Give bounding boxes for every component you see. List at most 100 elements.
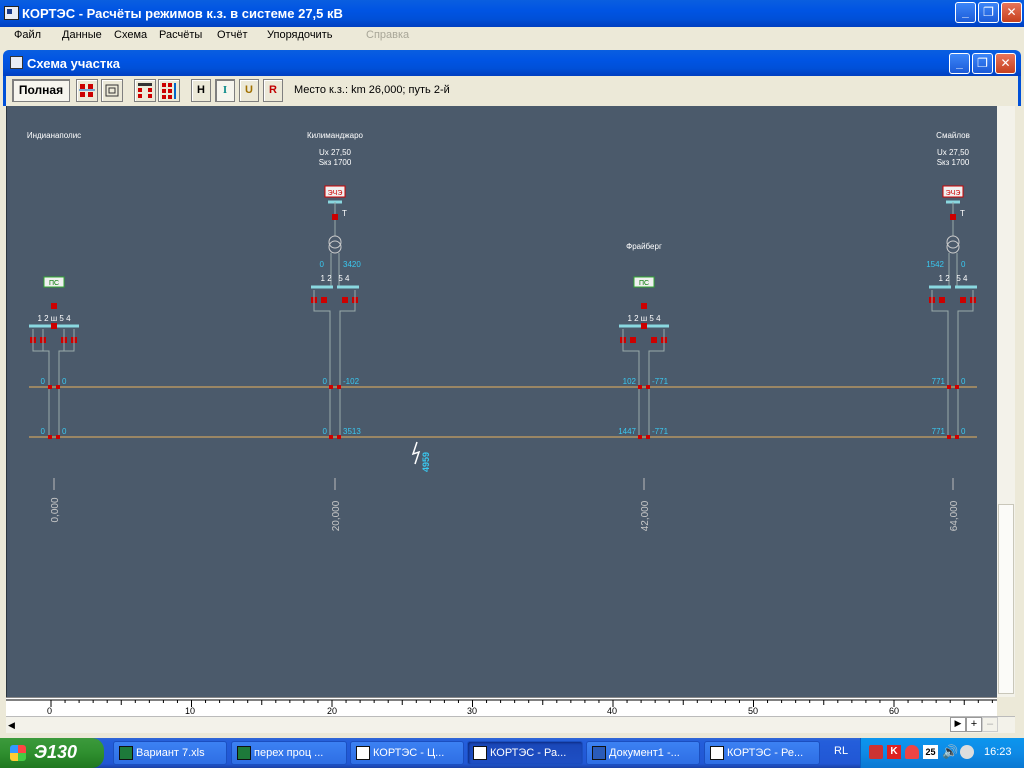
station-switchgear-0[interactable] [29, 303, 79, 438]
line1-value: -102 [343, 377, 360, 386]
system-tray: K 25 🔊 16:23 [860, 738, 1024, 768]
taskbar-item[interactable]: КОРТЭС - Ре... [704, 741, 820, 765]
station-ux-3: Ux 27,50 [937, 148, 970, 157]
maximize-button[interactable]: ❐ [978, 2, 999, 23]
substation-type-box-0[interactable]: ПС [43, 276, 65, 288]
zoom-in-button[interactable]: + [966, 717, 982, 732]
km-ruler: 0 10 20 30 40 50 60 [6, 697, 997, 716]
section-switches[interactable] [48, 385, 959, 439]
kortes-icon [473, 746, 487, 760]
station-skz-1: Sкз 1700 [319, 158, 352, 167]
child-title: Схема участка [27, 56, 120, 71]
calendar-icon[interactable]: 25 [923, 745, 938, 759]
scroll-right-arrow-icon[interactable]: ▶ [950, 717, 966, 732]
start-button[interactable]: Э130 [0, 738, 104, 768]
tracks-label-0: 1 2 ш 5 4 [37, 314, 71, 323]
antivirus-icon[interactable]: K [887, 745, 901, 759]
r-mode-button[interactable]: R [263, 79, 283, 102]
i-mode-button[interactable]: I [215, 79, 235, 102]
schema-drawing: Индианаполис Килиманджаро Ux 27,50 Sкз 1… [27, 131, 977, 531]
menu-arrange[interactable]: Упорядочить [267, 29, 332, 41]
security-icon[interactable] [869, 745, 883, 759]
tool-frame-icon[interactable] [101, 79, 123, 102]
vertical-scrollbar[interactable] [997, 106, 1015, 697]
transformer-1[interactable] [328, 235, 342, 254]
station-switchgear-3[interactable] [929, 285, 977, 438]
station-name-0: Индианаполис [27, 131, 81, 140]
ruler-tick-label: 10 [185, 706, 196, 716]
line2-value: 0 [41, 427, 46, 436]
fault-lightning-icon[interactable] [411, 441, 421, 465]
shield-icon[interactable] [905, 745, 919, 759]
menu-data[interactable]: Данные [62, 29, 102, 41]
transformer-3[interactable] [946, 235, 960, 254]
volume-icon[interactable]: 🔊 [942, 744, 958, 760]
scroll-left-arrow-icon[interactable]: ◀ [8, 720, 15, 731]
line2-value: 0 [323, 427, 328, 436]
ruler-tick-label: 60 [889, 706, 900, 716]
transformer-switch-1[interactable] [332, 214, 338, 220]
u-mode-button[interactable]: U [239, 79, 259, 102]
toolbar: Полная H I U R Место к.з.: km 26,000; пу… [3, 76, 1021, 106]
language-indicator[interactable]: RL [834, 745, 848, 757]
child-maximize-button[interactable]: ❐ [972, 53, 993, 74]
taskbar-item[interactable]: перех проц ... [231, 741, 347, 765]
close-button[interactable]: ✕ [1001, 2, 1022, 23]
line1-value: 771 [932, 377, 946, 386]
tool-split-icon[interactable] [76, 79, 98, 102]
line2-value: 3513 [343, 427, 361, 436]
transformer-label-1: Т [342, 209, 347, 218]
taskbar-item[interactable]: КОРТЭС - Ц... [350, 741, 464, 765]
menu-report[interactable]: Отчёт [217, 29, 247, 41]
tracks-label-1: 1 2 5 4 [321, 274, 350, 283]
vertical-scroll-thumb[interactable] [998, 504, 1014, 694]
main-title-bar: КОРТЭС - Расчёты режимов к.з. в системе … [0, 0, 1024, 27]
line2-value: -771 [652, 427, 669, 436]
zoom-out-button: – [982, 717, 998, 732]
taskbar-item[interactable]: Вариант 7.xls [113, 741, 227, 765]
minimize-button[interactable]: _ [955, 2, 976, 23]
fault-current-value: 4959 [421, 452, 431, 472]
line2-value: 771 [932, 427, 946, 436]
line2-value: 1447 [618, 427, 636, 436]
tool-layout-icon[interactable] [134, 79, 156, 102]
line1-value: 102 [623, 377, 637, 386]
tracks-label-3: 1 2 5 4 [939, 274, 968, 283]
schema-canvas[interactable]: Индианаполис Килиманджаро Ux 27,50 Sкз 1… [6, 106, 997, 697]
app-icon [4, 6, 19, 20]
km-label-0: 0,000 [50, 497, 61, 522]
full-view-button[interactable]: Полная [12, 79, 70, 102]
line1-value: 0 [62, 377, 67, 386]
source-box-3[interactable]: ЭЧЭ [942, 185, 964, 198]
line2-value: 0 [961, 427, 966, 436]
child-window-icon [10, 56, 23, 69]
line1-value: 0 [41, 377, 46, 386]
excel-icon [119, 746, 133, 760]
station-name-3: Смайлов [936, 131, 970, 140]
transformer-switch-3[interactable] [950, 214, 956, 220]
substation-type-box-2[interactable]: ПС [633, 276, 655, 288]
horizontal-scrollbar[interactable]: ◀ ▶ + – [6, 716, 1015, 733]
source-box-1[interactable]: ЭЧЭ [324, 185, 346, 198]
child-close-button[interactable]: ✕ [995, 53, 1016, 74]
menu-calc[interactable]: Расчёты [159, 29, 202, 41]
line1-value: 0 [323, 377, 328, 386]
svg-text:ЭЧЭ: ЭЧЭ [946, 190, 961, 197]
station-switchgear-1[interactable] [311, 285, 359, 438]
menu-file[interactable]: Файл [14, 29, 41, 41]
taskbar-item-active[interactable]: КОРТЭС - Ра... [467, 741, 583, 765]
menu-bar: Файл Данные Схема Расчёты Отчёт Упорядоч… [0, 27, 1024, 45]
menu-schema[interactable]: Схема [114, 29, 147, 41]
tr-right-value-1: 3420 [343, 260, 361, 269]
start-label: Э130 [34, 742, 77, 762]
taskbar-item[interactable]: Документ1 -... [586, 741, 700, 765]
h-mode-button[interactable]: H [191, 79, 211, 102]
station-switchgear-2[interactable] [619, 303, 669, 438]
kortes-icon [356, 746, 370, 760]
line1-value: 0 [961, 377, 966, 386]
ruler-tick-label: 30 [467, 706, 478, 716]
tool-stations-icon[interactable] [158, 79, 180, 102]
tray-app-icon[interactable] [960, 745, 974, 759]
fault-location-text: Место к.з.: km 26,000; путь 2-й [294, 84, 450, 96]
child-minimize-button[interactable]: _ [949, 53, 970, 74]
